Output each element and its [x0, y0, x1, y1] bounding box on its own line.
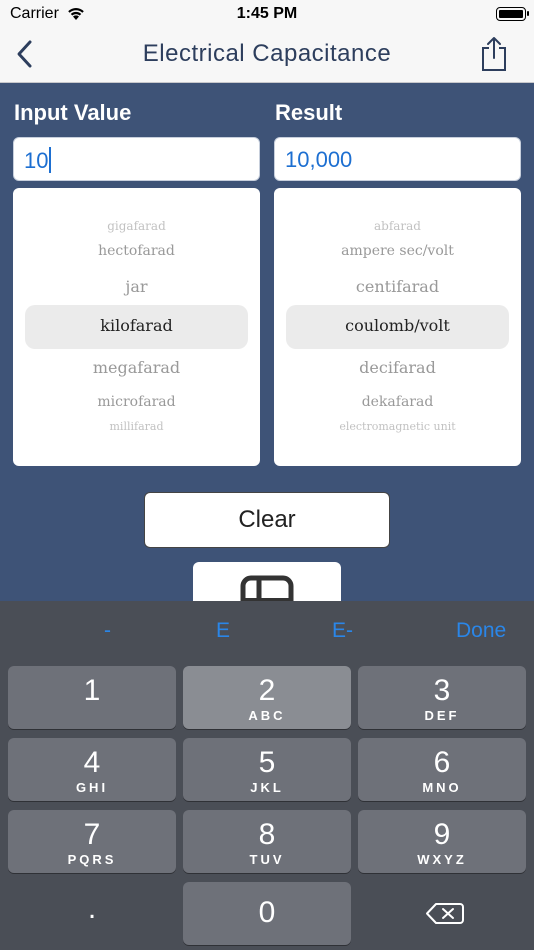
key-decimal[interactable]: . — [8, 882, 176, 945]
key-0[interactable]: 0 — [183, 882, 351, 945]
result-value-text: 10,000 — [285, 147, 353, 172]
key-5[interactable]: 5 JKL — [183, 738, 351, 801]
picker-item[interactable]: hectofarad — [13, 243, 260, 259]
picker-item-selected[interactable]: coulomb/volt — [274, 316, 521, 335]
exponent-key[interactable]: E — [216, 619, 230, 643]
clear-button[interactable]: Clear — [144, 492, 390, 548]
picker-item[interactable]: jar — [13, 277, 260, 296]
key-letters: WXYZ — [417, 852, 467, 867]
key-digit: . — [87, 892, 97, 925]
clock: 1:45 PM — [236, 5, 298, 22]
key-9[interactable]: 9 WXYZ — [358, 810, 526, 873]
numeric-keyboard: - E E- Done 1 2 ABC 3 DEF 4 GHI 5 JKL 6 MNO 7… — [0, 601, 534, 950]
key-letters: DEF — [424, 708, 460, 723]
key-digit: 5 — [258, 746, 276, 779]
picker-item[interactable]: abfarad — [274, 219, 521, 233]
key-4[interactable]: 4 GHI — [8, 738, 176, 801]
negative-exponent-key[interactable]: E- — [332, 619, 353, 643]
key-letters: ABC — [248, 708, 286, 723]
input-value-field[interactable]: 10 — [13, 137, 260, 181]
key-digit: 3 — [433, 674, 451, 707]
key-7[interactable]: 7 PQRS — [8, 810, 176, 873]
battery-icon — [496, 7, 529, 21]
key-digit: 9 — [433, 818, 451, 851]
key-3[interactable]: 3 DEF — [358, 666, 526, 729]
picker-item-selected[interactable]: kilofarad — [13, 316, 260, 335]
result-unit-picker[interactable]: abfarad ampere sec/volt centifarad coulo… — [274, 188, 521, 466]
chevron-left-icon[interactable] — [14, 38, 36, 70]
key-digit: 2 — [258, 674, 276, 707]
key-digit: 1 — [83, 674, 101, 707]
picker-item[interactable]: electromagnetic unit — [274, 420, 521, 433]
result-field[interactable]: 10,000 — [274, 137, 521, 181]
navigation-bar: Carrier 1:45 PM Electrical Capacitance — [0, 0, 534, 83]
key-digit: 0 — [258, 896, 276, 929]
key-2[interactable]: 2 ABC — [183, 666, 351, 729]
share-icon[interactable] — [480, 36, 508, 72]
picker-item[interactable]: megafarad — [13, 358, 260, 377]
key-letters: MNO — [422, 780, 462, 795]
page-title: Electrical Capacitance — [142, 40, 392, 67]
done-button[interactable]: Done — [456, 619, 506, 643]
keyboard-accessory-bar: - E E- Done — [0, 601, 534, 659]
backspace-key[interactable] — [358, 882, 526, 945]
picker-item[interactable]: millifarad — [13, 420, 260, 433]
key-digit: 4 — [83, 746, 101, 779]
key-digit: 6 — [433, 746, 451, 779]
picker-item[interactable]: decifarad — [274, 358, 521, 377]
key-6[interactable]: 6 MNO — [358, 738, 526, 801]
key-letters: GHI — [75, 780, 109, 795]
key-1[interactable]: 1 — [8, 666, 176, 729]
picker-item[interactable]: ampere sec/volt — [274, 243, 521, 259]
input-value-text: 10 — [24, 148, 49, 173]
key-digit: 7 — [83, 818, 101, 851]
input-value-label: Input Value — [14, 100, 132, 125]
picker-item[interactable]: dekafarad — [274, 394, 521, 410]
picker-item[interactable]: centifarad — [274, 277, 521, 296]
picker-item[interactable]: microfarad — [13, 394, 260, 410]
input-unit-picker[interactable]: gigafarad hectofarad jar kilofarad megaf… — [13, 188, 260, 466]
key-letters: TUV — [249, 852, 285, 867]
minus-key[interactable]: - — [104, 619, 111, 643]
key-letters: PQRS — [67, 852, 117, 867]
key-letters: JKL — [250, 780, 284, 795]
text-caret — [49, 147, 52, 173]
picker-item[interactable]: gigafarad — [13, 219, 260, 233]
status-bar: Carrier 1:45 PM — [0, 0, 534, 28]
key-8[interactable]: 8 TUV — [183, 810, 351, 873]
delete-left-icon — [426, 903, 464, 924]
result-label: Result — [275, 100, 343, 125]
key-digit: 8 — [258, 818, 276, 851]
